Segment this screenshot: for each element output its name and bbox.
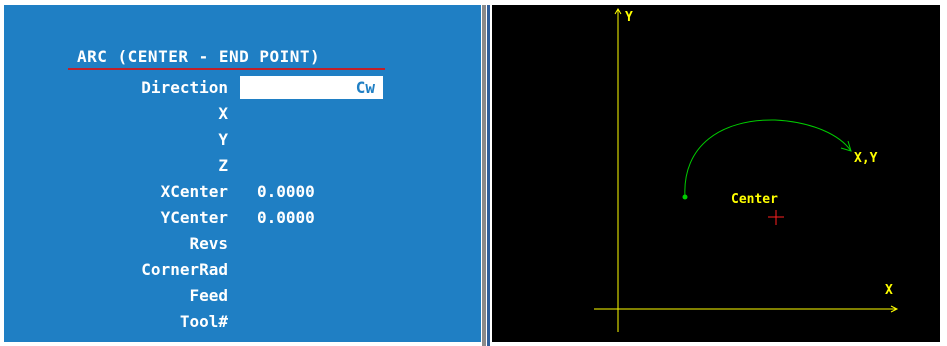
- end-point-label: X,Y: [854, 151, 878, 166]
- label-feed: Feed: [189, 286, 228, 305]
- direction-input[interactable]: [240, 76, 383, 99]
- arc-diagram: Y X X,Y Center: [594, 8, 899, 332]
- ycenter-value[interactable]: 0.0000: [257, 208, 315, 227]
- x-axis-label: X: [885, 283, 893, 298]
- label-z: Z: [218, 156, 228, 175]
- arc-diagram-panel: Y X X,Y Center: [492, 5, 940, 342]
- label-ycenter: YCenter: [160, 208, 228, 227]
- label-cornerrad: CornerRad: [141, 260, 228, 279]
- title-underline: [68, 68, 385, 70]
- panel-divider: [482, 5, 486, 346]
- label-y: Y: [218, 130, 228, 149]
- label-x: X: [218, 104, 228, 123]
- form-title: ARC (CENTER - END POINT): [77, 47, 321, 66]
- arc-start-point: [682, 194, 688, 200]
- label-tool: Tool#: [179, 312, 228, 331]
- xcenter-value[interactable]: 0.0000: [257, 182, 315, 201]
- label-direction: Direction: [141, 78, 228, 97]
- arc-path: [684, 119, 852, 198]
- center-label: Center: [731, 192, 778, 207]
- label-revs: Revs: [189, 234, 228, 253]
- label-xcenter: XCenter: [160, 182, 228, 201]
- y-axis-label: Y: [625, 10, 633, 25]
- panel-divider-shadow: [487, 5, 490, 346]
